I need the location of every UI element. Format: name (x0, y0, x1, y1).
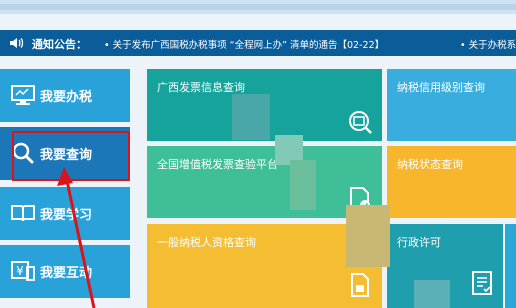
sidebar-item-label: 我要互动 (40, 266, 93, 281)
tile-label: 全国增值税发票查验平台 (157, 158, 278, 171)
book-icon (11, 205, 35, 222)
tax-document-icon (351, 273, 369, 297)
tile-label: 纳税状态查询 (397, 158, 463, 171)
notice-message[interactable]: • 关于发布广西国税办税事项 “全程网上办” 清单的通告【02-22】 (104, 37, 384, 51)
notice-label: 通知公告： (32, 38, 87, 51)
censor-block (414, 280, 450, 308)
tile-label: 纳税信用级别查询 (397, 81, 485, 94)
monitor-icon (11, 85, 35, 105)
tile-label: 一般纳税人资格查询 (157, 236, 256, 249)
censor-block (346, 205, 390, 267)
tile-label: 行政许可 (397, 236, 441, 249)
sidebar-item-label: 我要办税 (40, 90, 93, 105)
sidebar-item-interact[interactable]: ¥ 我要互动 (0, 245, 130, 298)
tile-taxpayer-status[interactable]: 纳税状态查询 (387, 146, 516, 218)
tile-label: 广西发票信息查询 (157, 81, 245, 94)
top-banner-strip (0, 4, 516, 10)
tile-partial[interactable] (505, 224, 516, 308)
top-banner (0, 0, 516, 14)
license-icon (472, 271, 492, 295)
notice-message[interactable]: • 关于办税系 (460, 37, 516, 51)
sidebar-item-tax-service[interactable]: 我要办税 (0, 69, 130, 122)
censor-block (290, 160, 316, 210)
tile-credit-query[interactable]: 纳税信用级别查询 (387, 69, 516, 141)
sidebar-item-label: 我要学习 (40, 208, 93, 223)
highlight-box (12, 131, 130, 181)
sidebar-item-learn[interactable]: 我要学习 (0, 187, 130, 240)
interact-icon: ¥ (11, 261, 35, 281)
notice-bar: 通知公告： • 关于发布广西国税办税事项 “全程网上办” 清单的通告【02-22… (0, 30, 516, 56)
invoice-search-icon (349, 111, 372, 134)
censor-block (232, 94, 270, 140)
svg-text:¥: ¥ (16, 264, 24, 278)
speaker-icon (10, 38, 24, 48)
